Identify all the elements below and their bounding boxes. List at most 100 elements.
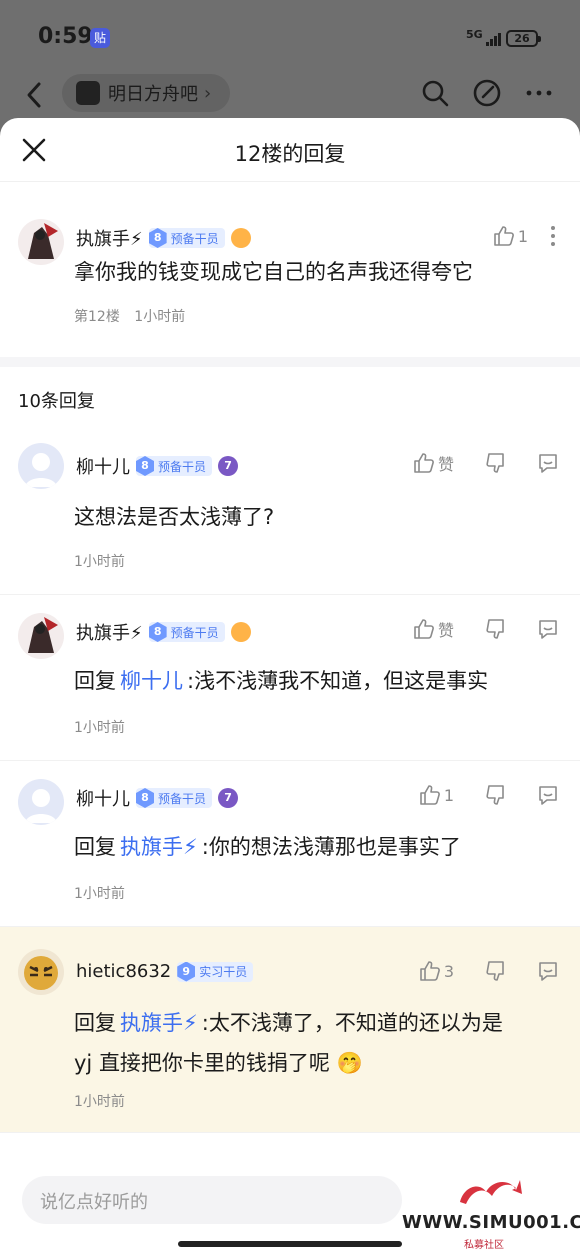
- comment-time: 1小时前: [74, 720, 125, 736]
- comment-input[interactable]: 说亿点好听的: [22, 1176, 402, 1224]
- medal-icon: 7: [218, 788, 239, 808]
- input-placeholder: 说亿点好听的: [40, 1192, 148, 1213]
- thumb-up-icon: [414, 453, 434, 473]
- reply-bubble-icon[interactable]: [536, 959, 560, 983]
- reply-bubble-icon[interactable]: [536, 617, 560, 641]
- level-badge: 9 实习干员: [177, 961, 254, 982]
- comment-author[interactable]: 柳十儿 8 预备干员 7: [76, 453, 239, 479]
- thumb-up-icon: [414, 619, 434, 639]
- reply-prefix: 回复: [74, 669, 116, 693]
- list-item: 执旗手⚡ 8 预备干员 赞 回复 柳十儿:浅不浅薄我不知道，但这是事实 1小时前: [0, 595, 580, 761]
- mention-link[interactable]: 执旗手⚡: [120, 835, 198, 859]
- mention-link[interactable]: 执旗手⚡: [120, 1011, 198, 1035]
- more-vertical-icon[interactable]: [550, 225, 556, 247]
- like-count: 1: [517, 226, 528, 246]
- more-icon[interactable]: [524, 78, 554, 108]
- like-label: 赞: [437, 455, 454, 474]
- like-count: 1: [443, 785, 454, 805]
- forum-avatar: [76, 81, 100, 105]
- avatar[interactable]: [18, 443, 64, 489]
- section-divider: [0, 357, 580, 367]
- avatar[interactable]: [18, 779, 64, 825]
- comment-time: 1小时前: [74, 554, 125, 570]
- post-author[interactable]: 执旗手⚡ 8 预备干员: [76, 225, 251, 251]
- like-button[interactable]: 3: [418, 959, 454, 983]
- app-notification-icon: 贴: [90, 28, 110, 48]
- avatar[interactable]: [18, 949, 64, 995]
- replies-header: 10条回复: [0, 367, 580, 427]
- reply-bubble-icon[interactable]: [536, 783, 560, 807]
- thumb-up-icon: [420, 961, 440, 981]
- thumb-down-icon[interactable]: [484, 959, 508, 983]
- like-button[interactable]: 1: [492, 224, 528, 248]
- forum-topbar: 明日方舟吧 ›: [0, 70, 580, 120]
- sheet-title: 12楼的回复: [234, 142, 346, 166]
- comment-actions: 1: [418, 783, 560, 807]
- mention-link[interactable]: 柳十儿: [120, 669, 183, 693]
- reply-body: :浅不浅薄我不知道，但这是事实: [187, 669, 489, 693]
- username: 柳十儿: [76, 457, 130, 478]
- gamepad-medal-icon: [230, 622, 251, 642]
- avatar[interactable]: [18, 613, 64, 659]
- like-button[interactable]: 1: [418, 783, 454, 807]
- forum-pill[interactable]: 明日方舟吧 ›: [62, 74, 230, 112]
- thumb-down-icon[interactable]: [484, 783, 508, 807]
- forum-name: 明日方舟吧: [108, 84, 198, 105]
- gamepad-medal-icon: [230, 228, 251, 248]
- comment-text: 回复 执旗手⚡:太不浅薄了，不知道的还以为是 yj 直接把你卡里的钱捐了呢 🤭: [74, 1003, 503, 1083]
- username: 执旗手⚡: [76, 623, 143, 644]
- floor-number: 第12楼: [74, 309, 120, 325]
- comment-text: 回复 柳十儿:浅不浅薄我不知道，但这是事实: [74, 661, 488, 701]
- level-badge: 8 预备干员: [148, 228, 225, 248]
- thumb-down-icon[interactable]: [484, 451, 508, 475]
- post-actions: 1: [492, 224, 556, 248]
- reply-body: :你的想法浅薄那也是事实了: [201, 835, 461, 859]
- list-item: 柳十儿 8 预备干员 7 赞 这想法是否太浅薄了? 1小时前: [0, 427, 580, 595]
- comment-author[interactable]: hietic8632 9 实习干员: [76, 961, 254, 982]
- medal-icon: 7: [218, 456, 239, 476]
- edit-icon[interactable]: [472, 78, 502, 108]
- replies-count: 10条回复: [18, 391, 95, 412]
- status-bar: 0:59 贴 5G 26: [0, 0, 580, 70]
- thumb-down-icon[interactable]: [484, 617, 508, 641]
- thumb-up-icon: [420, 785, 440, 805]
- watermark-subtext: 私募社区: [464, 1240, 504, 1251]
- comment-line-1: 回复 执旗手⚡:太不浅薄了，不知道的还以为是: [74, 1003, 503, 1043]
- post-content: 拿你我的钱变现成它自己的名声我还得夸它: [74, 260, 473, 284]
- comment-actions: 赞: [412, 451, 560, 475]
- comment-line-2: yj 直接把你卡里的钱捐了呢 🤭: [74, 1051, 363, 1075]
- comment-text: 这想法是否太浅薄了?: [74, 505, 275, 529]
- like-label: 赞: [437, 621, 454, 640]
- level-badge: 8 预备干员: [136, 456, 213, 476]
- chevron-right-icon: ›: [204, 82, 212, 104]
- watermark: WWW.SIMU001.CN 私募社区: [402, 1172, 580, 1252]
- list-item: 柳十儿 8 预备干员 7 1 回复 执旗手⚡:你的想法浅薄那也是事实了 1小时前: [0, 761, 580, 927]
- reply-sheet: 12楼的回复 执旗手⚡ 8 预备干员 1 拿你我的钱变现成它自己的名声我还得夸它…: [0, 118, 580, 1256]
- signal-icon: [478, 30, 501, 46]
- username: 柳十儿: [76, 789, 130, 810]
- comment-actions: 3: [418, 959, 560, 983]
- comment-time: 1小时前: [74, 886, 125, 902]
- level-badge: 8 预备干员: [136, 788, 213, 808]
- floor-post: 执旗手⚡ 8 预备干员 1 拿你我的钱变现成它自己的名声我还得夸它 第12楼 1…: [0, 182, 580, 357]
- reply-prefix: 回复: [74, 1011, 116, 1035]
- home-indicator: [178, 1241, 402, 1247]
- post-time: 1小时前: [134, 309, 186, 325]
- comment-author[interactable]: 执旗手⚡ 8 预备干员: [76, 619, 251, 645]
- level-badge: 8 预备干员: [148, 622, 225, 642]
- sheet-header: 12楼的回复: [0, 118, 580, 182]
- comment-author[interactable]: 柳十儿 8 预备干员 7: [76, 785, 239, 811]
- like-button[interactable]: 赞: [412, 617, 454, 641]
- thumb-up-icon: [494, 226, 514, 246]
- search-icon[interactable]: [420, 78, 450, 108]
- reply-bubble-icon[interactable]: [536, 451, 560, 475]
- reply-body: :太不浅薄了，不知道的还以为是: [201, 1011, 503, 1035]
- battery-icon: 26: [506, 30, 541, 47]
- back-arrow-icon[interactable]: [20, 78, 48, 112]
- post-meta: 第12楼 1小时前: [74, 306, 185, 326]
- like-count: 3: [443, 961, 454, 981]
- like-button[interactable]: 赞: [412, 451, 454, 475]
- avatar[interactable]: [18, 219, 64, 265]
- status-time: 0:59: [38, 24, 93, 49]
- watermark-text: WWW.SIMU001.CN: [402, 1212, 580, 1233]
